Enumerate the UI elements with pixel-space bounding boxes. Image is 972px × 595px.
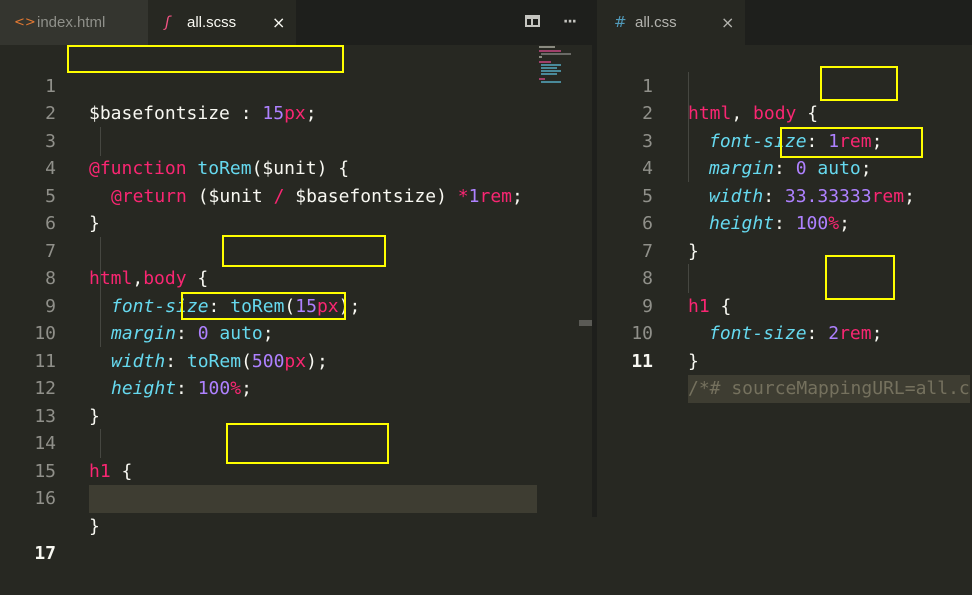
- tab-all-css[interactable]: # all.css ×: [597, 0, 745, 45]
- code-line: 3 margin: 0 auto;: [597, 100, 972, 180]
- code-line: 2 font-size: 1rem;: [597, 73, 972, 152]
- left-tab-bar: <> index.html ʃ all.scss × ···: [0, 0, 597, 45]
- split-editor-icon: [525, 15, 540, 27]
- current-code-line[interactable]: 11 /*# sourceMappingURL=all.c: [597, 320, 972, 403]
- code-line: 3 @function toRem($unit) {: [0, 100, 537, 180]
- source-map-comment: /*# sourceMappingURL=all.c: [688, 375, 970, 403]
- minimap-line: [539, 56, 542, 58]
- code-line: 9 margin: 0 auto;: [0, 265, 537, 345]
- code-line: 10 }: [597, 293, 972, 372]
- current-line-highlight: [89, 485, 537, 513]
- tab-all-scss[interactable]: ʃ all.scss ×: [148, 0, 296, 45]
- vertical-scrollbar[interactable]: [579, 45, 592, 517]
- code-line: 5 }: [0, 155, 537, 235]
- tab-label: all.css: [635, 14, 677, 31]
- minimap-line: [541, 67, 557, 69]
- minimap-line: [539, 46, 555, 48]
- code-line: 5 height: 100%;: [597, 155, 972, 235]
- code-line: 7: [597, 210, 972, 262]
- minimap-line: [541, 64, 561, 66]
- highlight-box: [780, 127, 923, 158]
- highlight-box: [820, 66, 898, 101]
- code-line: 9 font-size: 2rem;: [597, 265, 972, 345]
- css-file-icon: #: [614, 13, 627, 31]
- code-line: 8 h1 {: [597, 238, 972, 317]
- minimap-line: [539, 78, 545, 80]
- line-number: 11: [631, 350, 653, 372]
- minimap-line: [541, 81, 561, 83]
- code-line: 7 html,body {: [0, 210, 537, 290]
- code-line: 1 html, body {: [597, 45, 972, 125]
- minimap-line: [541, 70, 561, 72]
- css-editor[interactable]: 1 html, body { 2 font-size: 1rem; 3 marg…: [597, 45, 972, 517]
- right-tab-bar: # all.css ×: [597, 0, 972, 45]
- code-line: 6: [0, 183, 537, 234]
- code-line: 2: [0, 73, 537, 124]
- code-line: 11 height: 100%;: [0, 320, 537, 400]
- tab-label: all.scss: [187, 14, 237, 31]
- highlight-box: [222, 235, 386, 267]
- highlight-box: [181, 292, 346, 320]
- scss-editor[interactable]: 1 $basefontsize : 15px; 2 3 @function to…: [0, 45, 537, 564]
- highlight-box: [226, 423, 389, 464]
- code-line: 12 }: [0, 348, 537, 427]
- close-tab-icon[interactable]: ×: [721, 0, 734, 45]
- current-code-line[interactable]: 17: [0, 485, 537, 564]
- tab-index-html[interactable]: <> index.html: [0, 0, 148, 45]
- code-line: 13: [0, 375, 537, 427]
- minimap-line: [539, 50, 561, 52]
- highlight-box: [67, 45, 344, 73]
- split-editor-button[interactable]: [520, 0, 544, 45]
- highlight-box: [825, 255, 895, 300]
- minimap[interactable]: [537, 45, 579, 85]
- line-number: 17: [34, 543, 56, 564]
- close-tab-icon[interactable]: ×: [272, 0, 285, 45]
- code-line: 4 @return ($unit / $basefontsize) *1rem;: [0, 128, 537, 207]
- code-line: 6 }: [597, 183, 972, 262]
- minimap-line: [539, 61, 551, 63]
- scrollbar-thumb[interactable]: [579, 320, 592, 326]
- sass-file-icon: ʃ: [165, 13, 171, 31]
- minimap-line: [541, 73, 557, 75]
- more-actions-button[interactable]: ···: [563, 0, 585, 45]
- code-file-icon: <>: [14, 15, 36, 30]
- minimap-line: [541, 53, 571, 55]
- tab-label: index.html: [37, 14, 106, 31]
